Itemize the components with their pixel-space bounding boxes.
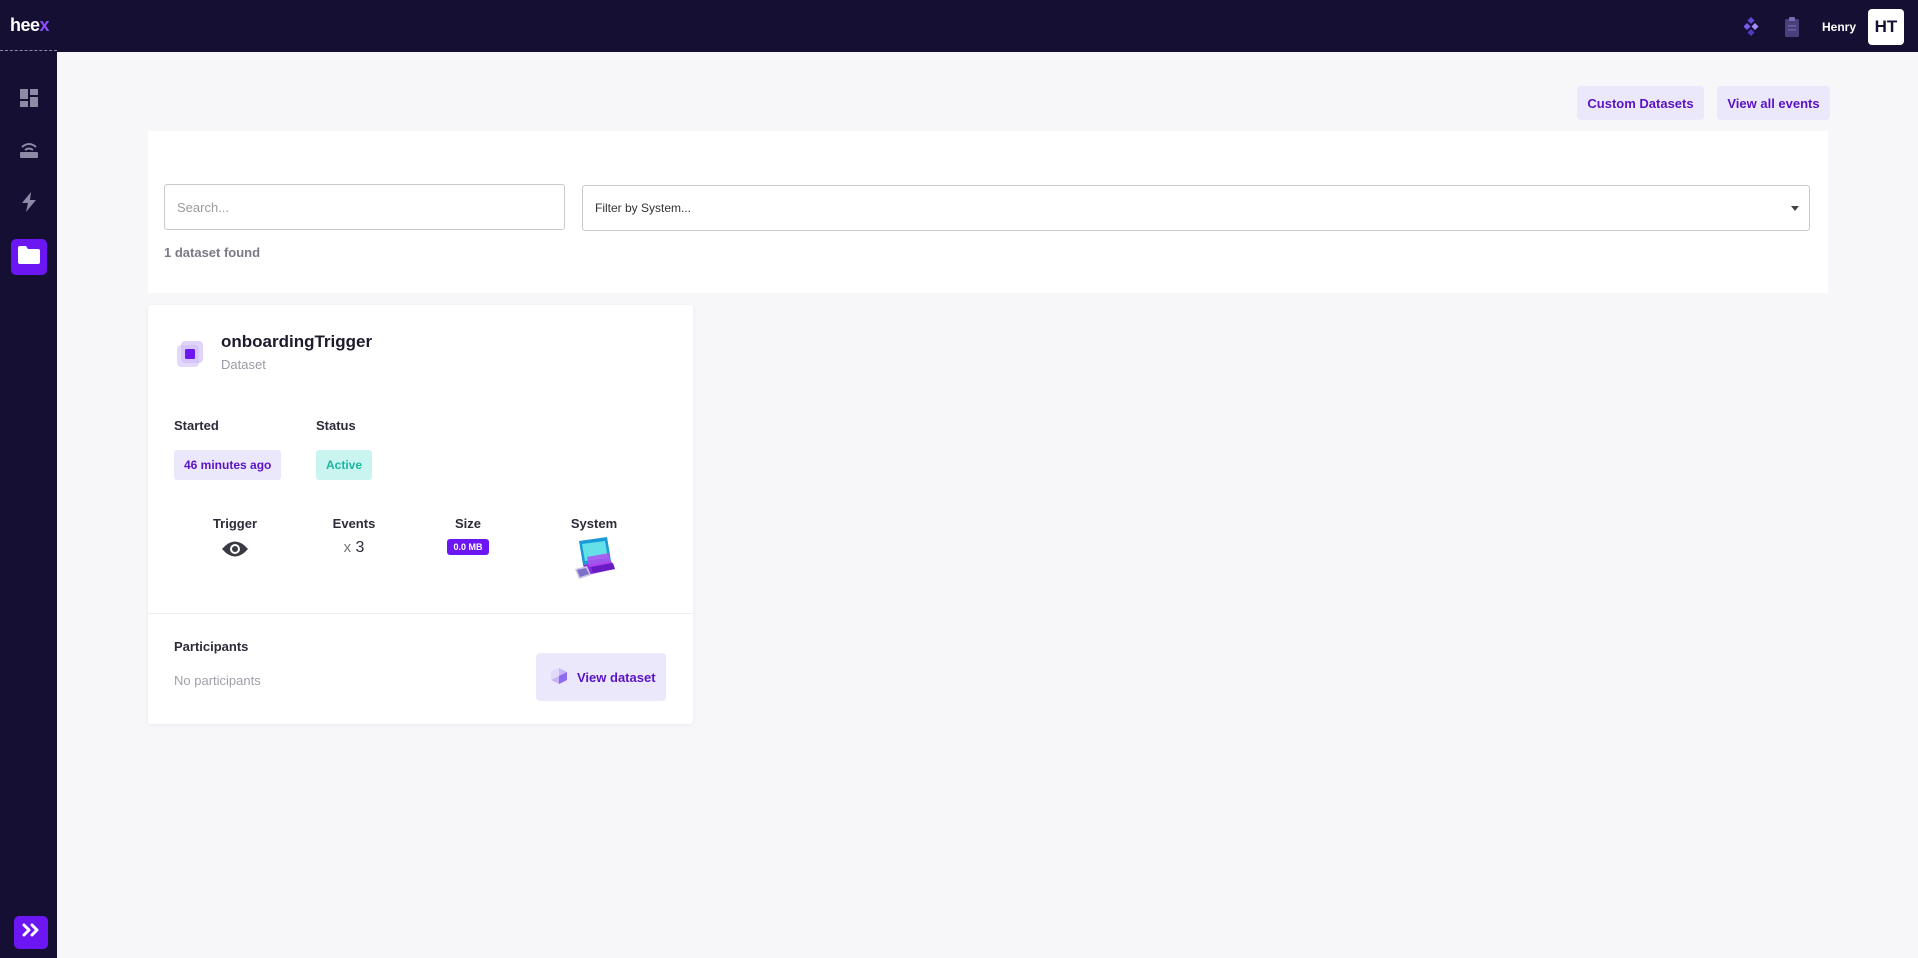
card-divider (148, 613, 693, 614)
sidebar-expand-button[interactable] (14, 916, 48, 949)
sidebar-item-dashboard[interactable] (11, 82, 47, 118)
sidebar (0, 52, 57, 958)
started-label: Started (174, 418, 219, 433)
trigger-label: Trigger (212, 516, 258, 531)
sidebar-item-datasets[interactable] (11, 239, 47, 275)
size-label: Size (454, 516, 481, 531)
avatar[interactable]: HT (1868, 8, 1904, 45)
sidebar-item-triggers[interactable] (11, 186, 47, 222)
dataset-type: Dataset (221, 357, 266, 372)
router-icon (19, 141, 39, 164)
size-badge: 0.0 MB (447, 539, 489, 555)
logo-accent: x (39, 15, 50, 35)
top-bar: heex Henry HT (0, 0, 1918, 52)
results-count: 1 dataset found (164, 245, 261, 260)
logo-divider (0, 50, 57, 51)
view-dataset-button[interactable]: View dataset (536, 653, 666, 701)
participants-label: Participants (174, 639, 249, 654)
events-count: 3 (355, 539, 365, 556)
events-stat: Events x 3 (304, 516, 404, 557)
sidebar-item-devices[interactable] (11, 134, 47, 170)
dataset-icon (177, 341, 203, 367)
custom-datasets-button[interactable]: Custom Datasets (1577, 86, 1704, 120)
system-stat: System (544, 516, 644, 586)
cube-icon (550, 667, 568, 688)
system-label: System (570, 516, 618, 531)
user-name[interactable]: Henry (1822, 20, 1856, 34)
events-label: Events (332, 516, 376, 531)
system-filter-select[interactable]: Filter by System... (582, 185, 1810, 231)
eye-icon (185, 540, 285, 563)
diamonds-icon[interactable] (1742, 15, 1762, 39)
top-right-controls: Henry HT (1742, 8, 1904, 45)
computer-illustration (544, 535, 644, 586)
status-label: Status (316, 418, 356, 433)
folder-icon (18, 245, 40, 269)
clipboard-icon[interactable] (1782, 15, 1802, 39)
status-badge: Active (316, 450, 373, 480)
chevron-down-icon (1791, 206, 1799, 211)
search-input[interactable] (164, 184, 565, 230)
view-dataset-label: View dataset (577, 669, 656, 685)
participants-value: No participants (174, 673, 261, 688)
trigger-stat: Trigger (185, 516, 285, 563)
double-chevron-right-icon (22, 923, 40, 942)
lightning-icon (22, 191, 36, 217)
dashboard-icon (20, 88, 38, 112)
logo-text: hee (10, 15, 40, 35)
started-badge: 46 minutes ago (174, 450, 282, 480)
dataset-card: onboardingTrigger Dataset Started Status… (148, 305, 693, 724)
app-logo[interactable]: heex (10, 15, 50, 36)
dataset-title[interactable]: onboardingTrigger (221, 332, 372, 352)
size-stat: Size 0.0 MB (418, 516, 518, 555)
system-filter-placeholder: Filter by System... (595, 201, 692, 215)
events-value: x 3 (304, 539, 404, 557)
view-all-events-button[interactable]: View all events (1717, 86, 1830, 120)
filter-panel: Filter by System... 1 dataset found (148, 131, 1828, 293)
events-prefix: x (343, 539, 352, 556)
